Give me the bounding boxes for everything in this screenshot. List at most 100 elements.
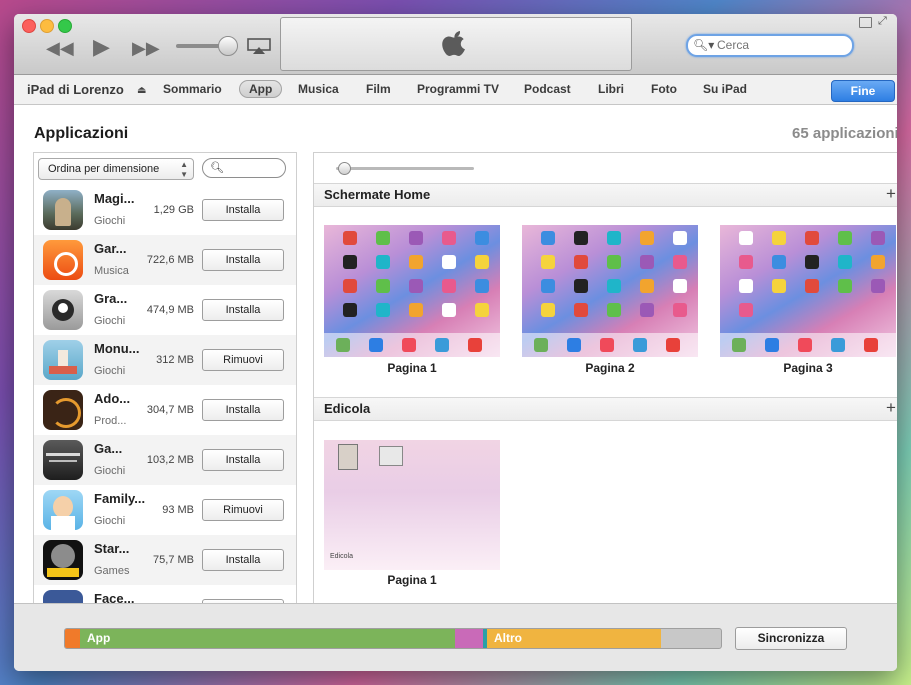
tab-foto[interactable]: Foto [642, 80, 686, 98]
zoom-slider[interactable] [336, 167, 474, 170]
mini-app-icon [442, 231, 456, 245]
tab-podcast[interactable]: Podcast [515, 80, 580, 98]
magazine-cover [338, 444, 358, 470]
tab-musica[interactable]: Musica [289, 80, 348, 98]
mini-app-icon [673, 231, 687, 245]
dock-app-icon [765, 338, 779, 352]
tab-film[interactable]: Film [357, 80, 400, 98]
mini-app-icon [541, 231, 555, 245]
remove-button[interactable]: Rimuovi [202, 499, 284, 521]
dock-app-icon [864, 338, 878, 352]
zoom-window-button[interactable] [58, 19, 72, 33]
tab-sommario[interactable]: Sommario [154, 80, 231, 98]
install-button[interactable]: Installa [202, 249, 284, 271]
close-window-button[interactable] [22, 19, 36, 33]
volume-knob[interactable] [218, 36, 238, 56]
install-button[interactable]: Installa [202, 449, 284, 471]
mini-app-icon [739, 255, 753, 269]
mini-app-icon [739, 231, 753, 245]
eject-icon[interactable]: ⏏ [137, 85, 146, 96]
home-page-thumbnail[interactable] [522, 225, 698, 357]
app-category: Musica [94, 265, 129, 277]
list-item[interactable]: Star... Games 75,7 MB Installa [34, 535, 296, 585]
app-size: 474,9 MB [146, 304, 194, 316]
dock [522, 333, 698, 357]
tab-app[interactable]: App [239, 80, 283, 98]
app-size: 312 MB [156, 354, 194, 366]
mini-app-icon [574, 303, 588, 317]
add-page-icon[interactable]: + [886, 184, 896, 204]
install-button[interactable]: Installa [202, 549, 284, 571]
mini-app-icon [442, 303, 456, 317]
list-item[interactable]: Monu... Giochi 312 MB Rimuovi [34, 335, 296, 385]
capacity-other-label: Altro [494, 631, 522, 645]
mini-app-icon [739, 279, 753, 293]
title-bar: ⤢ ◀◀ ▶ ▶▶ 🔍︎▾ [14, 14, 897, 75]
app-category: Giochi [94, 365, 126, 377]
mini-app-icon [541, 303, 555, 317]
dock-app-icon [369, 338, 383, 352]
itunes-window: ⤢ ◀◀ ▶ ▶▶ 🔍︎▾ iPad di Lorenzo ⏏ Sommario… [14, 14, 897, 671]
mini-app-icon [343, 231, 357, 245]
gravity-game-app-icon [43, 290, 83, 330]
search-field[interactable]: 🔍︎▾ [686, 34, 854, 57]
remove-button[interactable]: Rimuovi [202, 349, 284, 371]
mini-app-icon [871, 255, 885, 269]
tab-su-ipad[interactable]: Su iPad [694, 80, 756, 98]
list-item[interactable]: Ado... Prod... 304,7 MB Installa [34, 385, 296, 435]
install-button[interactable]: Installa [202, 299, 284, 321]
zoom-slider-knob[interactable] [338, 162, 351, 175]
sync-button[interactable]: Sincronizza [735, 627, 847, 650]
fast-forward-icon[interactable]: ▶▶ [132, 38, 160, 59]
list-item[interactable]: f Face... [34, 585, 296, 603]
app-size: 103,2 MB [146, 454, 194, 466]
list-item[interactable]: Gar... Musica 722,6 MB Installa [34, 235, 296, 285]
page-label: Pagina 1 [387, 361, 437, 375]
mini-app-icon [838, 279, 852, 293]
mini-app-icon [772, 279, 786, 293]
dock-app-icon [534, 338, 548, 352]
capacity-app-segment: App [80, 629, 455, 648]
app-size: 75,7 MB [153, 554, 194, 566]
capacity-bar: App Altro [64, 628, 722, 649]
search-icon: 🔍︎ [210, 162, 224, 174]
add-page-icon[interactable]: + [886, 398, 896, 418]
rewind-icon[interactable]: ◀◀ [46, 38, 74, 59]
mini-app-icon [376, 255, 390, 269]
mini-app-icon [376, 303, 390, 317]
sort-dropdown[interactable]: Ordina per dimensione ▲ ▼ [38, 158, 194, 180]
minimize-window-button[interactable] [40, 19, 54, 33]
list-item[interactable]: Ga... Giochi 103,2 MB Installa [34, 435, 296, 485]
mini-app-icon [772, 231, 786, 245]
search-input[interactable] [717, 37, 842, 53]
mini-app-icon [541, 255, 555, 269]
done-button[interactable]: Fine [831, 80, 895, 102]
miniplayer-icon[interactable] [859, 17, 872, 28]
install-button[interactable]: Installa [202, 399, 284, 421]
list-item[interactable]: Gra... Giochi 474,9 MB Installa [34, 285, 296, 335]
app-category: Giochi [94, 465, 126, 477]
mini-app-icon [475, 279, 489, 293]
mini-app-icon [607, 255, 621, 269]
page-label: Pagina 3 [783, 361, 833, 375]
capacity-photo-segment [455, 629, 483, 648]
mini-app-icon [640, 279, 654, 293]
home-page-thumbnail[interactable] [720, 225, 896, 357]
adobe-app-icon [43, 390, 83, 430]
mini-app-icon [838, 231, 852, 245]
list-item[interactable]: Family... Giochi 93 MB Rimuovi [34, 485, 296, 535]
list-item[interactable]: Magi... Giochi 1,29 GB Installa [34, 185, 296, 235]
home-page-thumbnail[interactable] [324, 225, 500, 357]
airplay-icon[interactable] [247, 38, 271, 54]
play-icon[interactable]: ▶ [93, 34, 110, 60]
tab-libri[interactable]: Libri [589, 80, 633, 98]
mini-app-icon [805, 231, 819, 245]
device-name[interactable]: iPad di Lorenzo [27, 82, 124, 97]
app-search-field[interactable]: 🔍︎ [202, 158, 286, 178]
device-navbar: iPad di Lorenzo ⏏ Sommario App Musica Fi… [14, 75, 897, 105]
fullscreen-icon[interactable]: ⤢ [878, 15, 887, 28]
tab-programmi-tv[interactable]: Programmi TV [408, 80, 508, 98]
newsstand-thumbnail[interactable]: Edicola [324, 440, 500, 570]
mini-app-icon [475, 231, 489, 245]
install-button[interactable]: Installa [202, 199, 284, 221]
